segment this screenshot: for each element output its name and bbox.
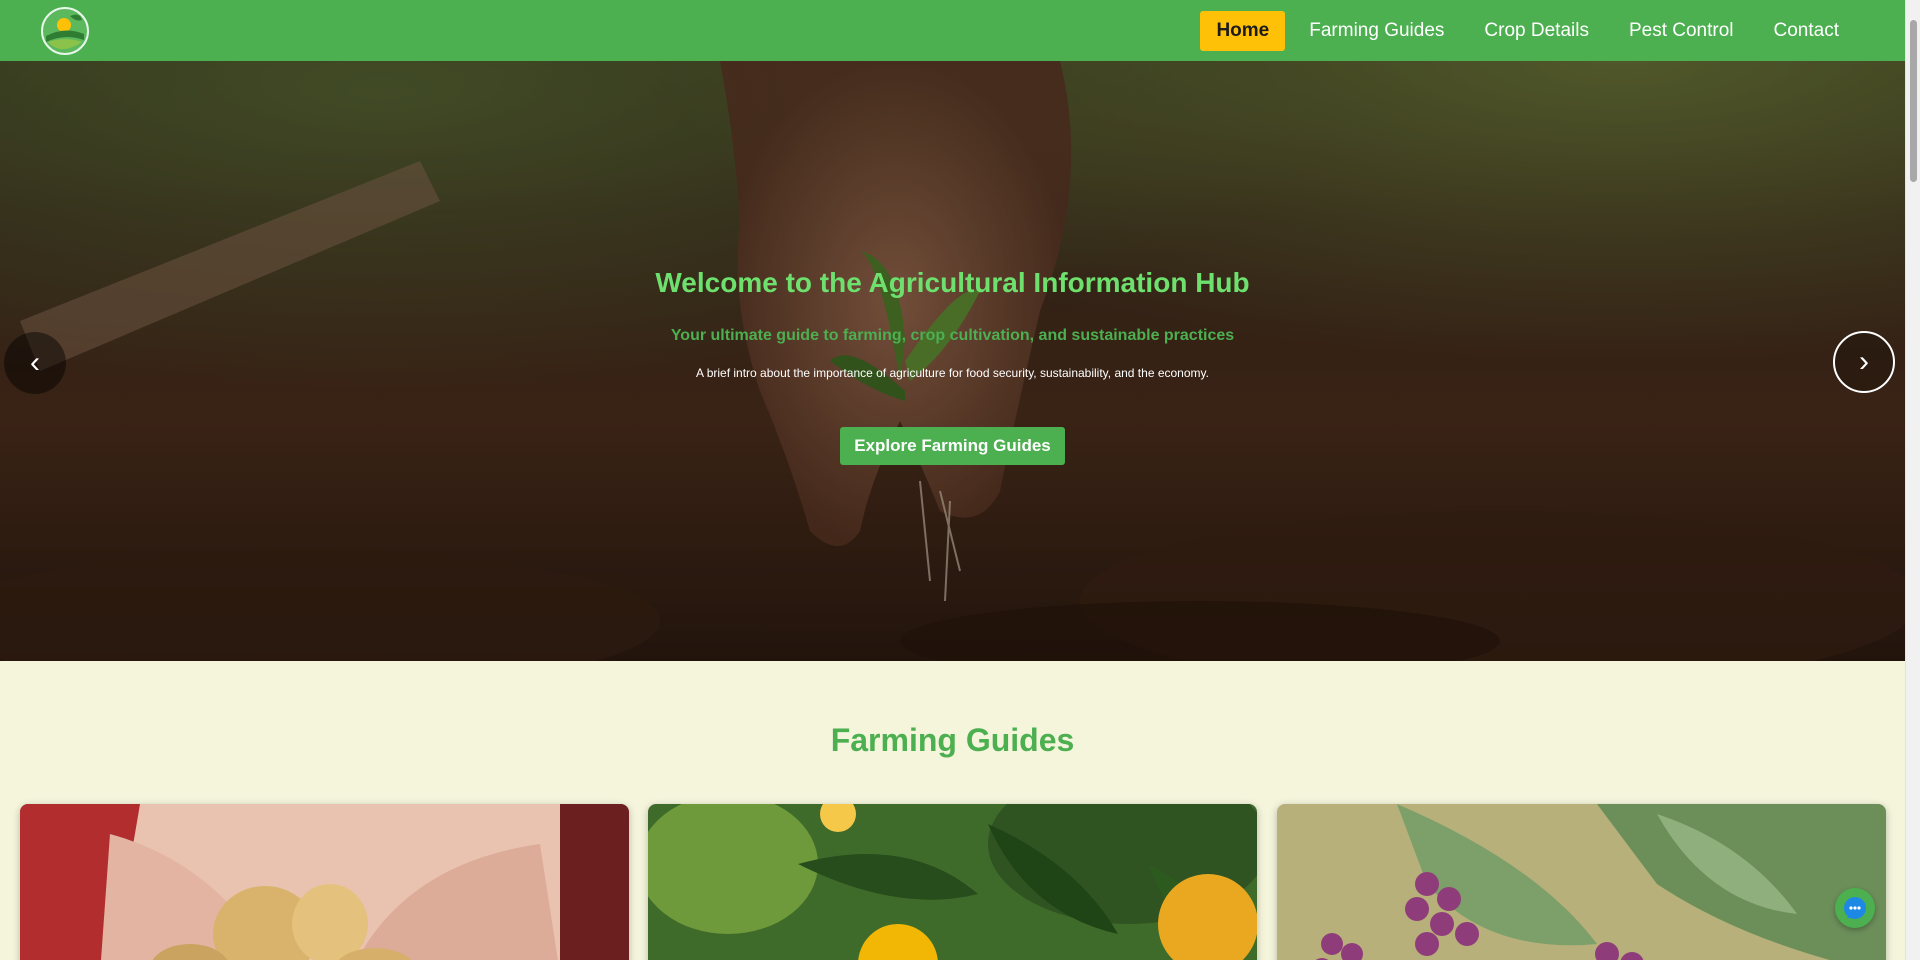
chat-bubble-icon bbox=[1844, 897, 1866, 919]
chat-button[interactable] bbox=[1835, 888, 1875, 928]
hero-carousel: Welcome to the Agricultural Information … bbox=[0, 61, 1905, 661]
guide-card-potatoes[interactable] bbox=[20, 804, 629, 960]
hero-intro: A brief intro about the importance of ag… bbox=[696, 366, 1209, 380]
potatoes-image bbox=[20, 804, 629, 960]
navbar: Home Farming Guides Crop Details Pest Co… bbox=[0, 0, 1905, 61]
nav-pest-control[interactable]: Pest Control bbox=[1613, 11, 1750, 51]
grapes-image bbox=[1277, 804, 1886, 960]
lemons-image bbox=[648, 804, 1257, 960]
guide-card-grapes[interactable] bbox=[1277, 804, 1886, 960]
explore-farming-guides-button[interactable]: Explore Farming Guides bbox=[840, 427, 1065, 465]
farm-logo-icon[interactable] bbox=[40, 6, 90, 56]
chevron-right-icon: › bbox=[1859, 345, 1869, 378]
nav-home[interactable]: Home bbox=[1200, 11, 1286, 51]
page-scrollbar[interactable] bbox=[1905, 0, 1920, 960]
hero-title: Welcome to the Agricultural Information … bbox=[655, 267, 1250, 298]
hero-subtitle: Your ultimate guide to farming, crop cul… bbox=[670, 327, 1235, 344]
nav-crop-details[interactable]: Crop Details bbox=[1468, 11, 1605, 51]
guide-card-lemons[interactable] bbox=[648, 804, 1257, 960]
nav-contact[interactable]: Contact bbox=[1758, 11, 1855, 51]
carousel-next-button[interactable]: › bbox=[1833, 331, 1895, 393]
scrollbar-thumb[interactable] bbox=[1910, 20, 1917, 182]
nav-farming-guides[interactable]: Farming Guides bbox=[1293, 11, 1460, 51]
hero-overlay bbox=[0, 61, 1905, 661]
farming-guides-title: Farming Guides bbox=[830, 722, 1075, 758]
main-nav: Home Farming Guides Crop Details Pest Co… bbox=[1200, 11, 1855, 51]
carousel-prev-button[interactable]: ‹ bbox=[4, 332, 66, 394]
chevron-left-icon: ‹ bbox=[30, 346, 40, 379]
